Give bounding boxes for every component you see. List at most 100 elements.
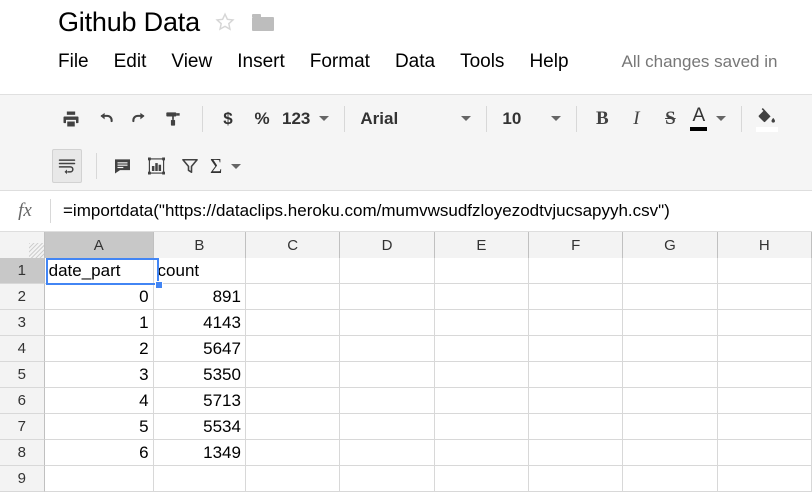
insert-chart-icon[interactable] [141, 149, 171, 183]
font-size-selector[interactable]: 10 [497, 102, 562, 136]
cell-A7[interactable]: 5 [45, 414, 154, 440]
menu-item-file[interactable]: File [58, 51, 89, 73]
cell-A3[interactable]: 1 [45, 310, 154, 336]
cell-G2[interactable] [623, 284, 717, 310]
cell-A5[interactable]: 3 [45, 362, 154, 388]
cell-C5[interactable] [246, 362, 340, 388]
cell-B6[interactable]: 5713 [154, 388, 246, 414]
star-outline-icon[interactable] [214, 11, 236, 33]
italic-button[interactable]: I [621, 102, 651, 136]
cell-A6[interactable]: 4 [45, 388, 154, 414]
menu-item-format[interactable]: Format [310, 51, 370, 73]
cell-C8[interactable] [246, 440, 340, 466]
print-icon[interactable] [56, 102, 86, 136]
cell-A4[interactable]: 2 [45, 336, 154, 362]
cell-F7[interactable] [529, 414, 623, 440]
cell-C6[interactable] [246, 388, 340, 414]
cell-F2[interactable] [529, 284, 623, 310]
cell-D2[interactable] [340, 284, 434, 310]
cell-B7[interactable]: 5534 [154, 414, 246, 440]
cell-B5[interactable]: 5350 [154, 362, 246, 388]
currency-format-button[interactable]: $ [213, 102, 243, 136]
cell-E6[interactable] [435, 388, 529, 414]
text-wrap-icon[interactable] [52, 149, 82, 183]
row-header-7[interactable]: 7 [0, 414, 45, 440]
cell-B9[interactable] [154, 466, 246, 492]
column-header-d[interactable]: D [340, 232, 434, 258]
row-header-8[interactable]: 8 [0, 440, 45, 466]
bold-button[interactable]: B [587, 102, 617, 136]
cell-E7[interactable] [435, 414, 529, 440]
row-header-1[interactable]: 1 [0, 258, 45, 284]
menu-item-view[interactable]: View [171, 51, 212, 73]
cell-D9[interactable] [340, 466, 434, 492]
cell-A1[interactable]: date_part [45, 258, 154, 284]
menu-item-insert[interactable]: Insert [237, 51, 285, 73]
row-header-6[interactable]: 6 [0, 388, 45, 414]
cell-C7[interactable] [246, 414, 340, 440]
row-header-3[interactable]: 3 [0, 310, 45, 336]
menu-item-data[interactable]: Data [395, 51, 435, 73]
cell-G8[interactable] [623, 440, 717, 466]
column-header-h[interactable]: H [718, 232, 812, 258]
cell-B3[interactable]: 4143 [154, 310, 246, 336]
cell-A8[interactable]: 6 [45, 440, 154, 466]
column-header-c[interactable]: C [246, 232, 340, 258]
formula-input[interactable]: =importdata("https://dataclips.heroku.co… [63, 201, 670, 221]
cell-F1[interactable] [529, 258, 623, 284]
strikethrough-button[interactable]: S [655, 102, 685, 136]
cell-E1[interactable] [435, 258, 529, 284]
paint-format-icon[interactable] [158, 102, 188, 136]
cell-C4[interactable] [246, 336, 340, 362]
row-header-4[interactable]: 4 [0, 336, 45, 362]
fill-color-button[interactable] [752, 102, 782, 136]
cell-B8[interactable]: 1349 [154, 440, 246, 466]
font-family-selector[interactable]: Arial [355, 102, 472, 136]
cell-C3[interactable] [246, 310, 340, 336]
cell-D4[interactable] [340, 336, 434, 362]
row-header-9[interactable]: 9 [0, 466, 45, 492]
cell-D7[interactable] [340, 414, 434, 440]
cell-E5[interactable] [435, 362, 529, 388]
cell-G5[interactable] [623, 362, 717, 388]
cell-G7[interactable] [623, 414, 717, 440]
cell-F3[interactable] [529, 310, 623, 336]
cell-H3[interactable] [718, 310, 812, 336]
cell-D5[interactable] [340, 362, 434, 388]
spreadsheet-grid[interactable]: ABCDEFGH 1date_partcount2089131414342564… [0, 232, 812, 500]
number-format-button[interactable]: 123 [281, 102, 330, 136]
select-all-corner[interactable] [0, 232, 45, 258]
cell-G9[interactable] [623, 466, 717, 492]
cell-E4[interactable] [435, 336, 529, 362]
cell-F8[interactable] [529, 440, 623, 466]
cell-H8[interactable] [718, 440, 812, 466]
cell-C9[interactable] [246, 466, 340, 492]
cell-G1[interactable] [623, 258, 717, 284]
cell-H5[interactable] [718, 362, 812, 388]
cell-A9[interactable] [45, 466, 154, 492]
text-color-button[interactable]: A [689, 102, 727, 136]
cell-F4[interactable] [529, 336, 623, 362]
document-title[interactable]: Github Data [58, 7, 200, 37]
comment-icon[interactable] [107, 149, 137, 183]
cell-D6[interactable] [340, 388, 434, 414]
folder-icon[interactable] [252, 14, 274, 31]
column-header-b[interactable]: B [154, 232, 246, 258]
cell-H4[interactable] [718, 336, 812, 362]
cell-E8[interactable] [435, 440, 529, 466]
cell-E3[interactable] [435, 310, 529, 336]
selection-fill-handle[interactable] [155, 281, 163, 289]
cell-F9[interactable] [529, 466, 623, 492]
row-header-5[interactable]: 5 [0, 362, 45, 388]
cell-D8[interactable] [340, 440, 434, 466]
cell-B2[interactable]: 891 [154, 284, 246, 310]
menu-item-help[interactable]: Help [529, 51, 568, 73]
cell-D3[interactable] [340, 310, 434, 336]
cell-G3[interactable] [623, 310, 717, 336]
percent-format-button[interactable]: % [247, 102, 277, 136]
cell-F6[interactable] [529, 388, 623, 414]
menu-item-tools[interactable]: Tools [460, 51, 504, 73]
cell-H7[interactable] [718, 414, 812, 440]
cell-H9[interactable] [718, 466, 812, 492]
cell-H6[interactable] [718, 388, 812, 414]
